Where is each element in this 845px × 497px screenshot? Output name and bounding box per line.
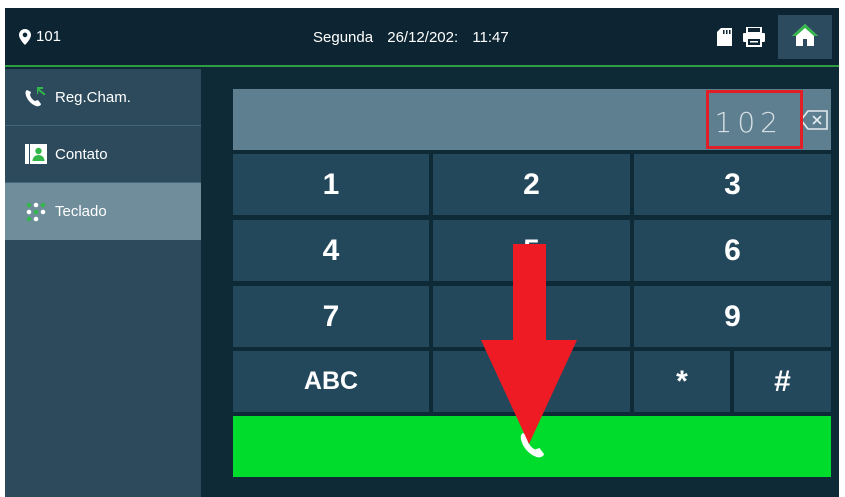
sidebar-item-label: Reg.Cham. [55,88,131,106]
sidebar-item-label: Contato [55,145,108,163]
sd-card-icon [717,28,732,50]
key-hash[interactable]: # [734,351,831,412]
sidebar-item-contacts[interactable]: Contato [5,126,201,183]
sidebar-item-keypad[interactable]: Teclado [5,183,201,240]
key-abc[interactable]: ABC [233,351,429,412]
date-label: 26/12/202: [387,29,459,46]
key-7[interactable]: 7 [233,286,429,347]
backspace-icon[interactable] [799,110,828,135]
sidebar: Reg.Cham. Contato Teclado [5,69,201,497]
dial-display: 102 [233,89,831,150]
dialpad-icon [23,201,49,223]
key-9[interactable]: 9 [634,286,831,347]
time-label: 11:47 [472,29,509,46]
home-button[interactable] [778,15,832,59]
contact-book-icon [23,143,49,165]
day-label: Segunda [313,29,374,46]
call-log-icon [23,86,49,108]
key-2[interactable]: 2 [433,154,630,215]
sidebar-item-call-log[interactable]: Reg.Cham. [5,69,201,126]
location-indicator: 101 [19,28,61,45]
key-6[interactable]: 6 [634,220,831,281]
key-star[interactable]: * [634,351,730,412]
date-time: Segunda 26/12/202: 11:47 [313,29,509,46]
key-3[interactable]: 3 [634,154,831,215]
key-4[interactable]: 4 [233,220,429,281]
red-arrow-annotation [481,244,577,449]
home-icon [791,23,819,51]
key-1[interactable]: 1 [233,154,429,215]
number-highlight-box [706,90,803,149]
location-label: 101 [36,28,62,45]
status-bar: 101 Segunda 26/12/202: 11:47 [5,8,839,67]
sidebar-item-label: Teclado [55,203,107,220]
location-pin-icon [19,28,31,45]
intercom-screen: 101 Segunda 26/12/202: 11:47 Reg.Cham. C… [5,8,839,497]
printer-icon [743,26,765,51]
